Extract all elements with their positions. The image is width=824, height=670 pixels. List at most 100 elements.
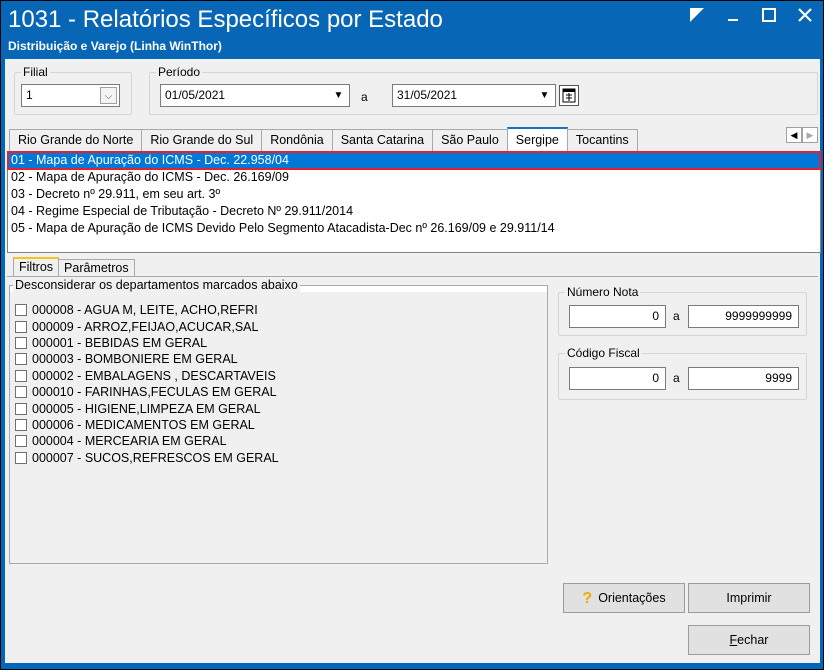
list-item[interactable]: 000007 - SUCOS,REFRESCOS EM GERAL [15, 450, 279, 466]
checkbox[interactable] [15, 320, 27, 333]
periodo-label: Período [156, 65, 203, 79]
periodo-end-field[interactable]: 31/05/2021 ▼ [392, 84, 556, 107]
list-item[interactable]: 000010 - FARINHAS,FECULAS EM GERAL [15, 384, 279, 400]
checkbox[interactable] [15, 435, 27, 448]
tab-label: Filtros [19, 260, 54, 274]
question-icon: ? [582, 590, 593, 607]
maximize-icon[interactable] [760, 8, 778, 26]
chevron-down-icon[interactable]: ▼ [330, 87, 347, 104]
checkbox[interactable] [15, 402, 27, 415]
checkbox[interactable] [15, 418, 27, 431]
filial-label: Filial [21, 65, 50, 79]
department-label: 000002 - EMBALAGENS , DESCARTAVEIS [32, 368, 276, 383]
tab-rondonia[interactable]: Rondônia [261, 129, 333, 151]
numero-nota-separator: a [673, 309, 680, 323]
periodo-group: Período 01/05/2021 ▼ a 31/05/2021 ▼ [149, 65, 818, 115]
list-item[interactable]: 000002 - EMBALAGENS , DESCARTAVEIS [15, 368, 279, 384]
client-area: Filial 1 ⌵ Período 01/05/2021 ▼ a 31/05/… [5, 59, 821, 663]
checkbox[interactable] [15, 369, 27, 382]
imprimir-button[interactable]: Imprimir [688, 583, 810, 613]
department-label: 000005 - HIGIENE,LIMPEZA EM GERAL [32, 401, 261, 416]
list-item[interactable]: 000004 - MERCEARIA EM GERAL [15, 433, 279, 449]
minimize-icon[interactable] [724, 8, 742, 26]
periodo-start-field[interactable]: 01/05/2021 ▼ [160, 84, 350, 107]
list-item[interactable]: 03 - Decreto nº 29.911, em seu art. 3º [8, 186, 820, 203]
report-list: 01 - Mapa de Apuração do ICMS - Dec. 22.… [7, 151, 821, 253]
periodo-end-value: 31/05/2021 [397, 88, 458, 102]
tab-rio-grande-do-sul[interactable]: Rio Grande do Sul [141, 129, 263, 151]
window-title: 1031 - Relatórios Específicos por Estado [8, 6, 443, 33]
department-label: 000004 - MERCEARIA EM GERAL [32, 434, 227, 449]
numero-nota-to[interactable]: 9999999999 [688, 305, 799, 328]
list-item[interactable]: 000005 - HIGIENE,LIMPEZA EM GERAL [15, 400, 279, 416]
department-label: 000007 - SUCOS,REFRESCOS EM GERAL [32, 450, 279, 465]
orientacoes-label: Orientações [598, 591, 666, 605]
list-item[interactable]: 000001 - BEBIDAS EM GERAL [15, 335, 279, 351]
tab-label: Rondônia [270, 133, 324, 147]
tab-label: Parâmetros [64, 261, 129, 275]
checkbox[interactable] [15, 451, 27, 464]
tab-label: São Paulo [441, 133, 499, 147]
checkbox[interactable] [15, 336, 27, 349]
list-item[interactable]: 000008 - AGUA M, LEITE, ACHO,REFRI [15, 302, 279, 318]
tab-label: Santa Catarina [340, 133, 425, 147]
title-bar[interactable]: 1031 - Relatórios Específicos por Estado… [2, 2, 822, 58]
list-item[interactable]: 000009 - ARROZ,FEIJAO,ACUCAR,SAL [15, 318, 279, 334]
orientacoes-button[interactable]: ? Orientações [563, 583, 685, 613]
list-item[interactable]: 01 - Mapa de Apuração do ICMS - Dec. 22.… [7, 151, 821, 170]
codigo-fiscal-label: Código Fiscal [565, 346, 642, 360]
tab-sergipe[interactable]: Sergipe [506, 127, 568, 151]
app-window: 1031 - Relatórios Específicos por Estado… [0, 0, 824, 670]
list-item[interactable]: 02 - Mapa de Apuração do ICMS - Dec. 26.… [8, 169, 820, 186]
checkbox[interactable] [15, 353, 27, 366]
calendar-icon[interactable] [559, 85, 579, 106]
chevron-left-icon[interactable]: ◀ [786, 127, 802, 143]
filial-value: 1 [26, 88, 33, 102]
department-label: 000003 - BOMBONIERE EM GERAL [32, 352, 238, 367]
tab-label: Sergipe [515, 133, 559, 147]
fechar-label: echar [737, 633, 769, 647]
close-icon[interactable] [796, 8, 814, 26]
tab-label: Rio Grande do Sul [150, 133, 254, 147]
tab-santa-catarina[interactable]: Santa Catarina [331, 129, 434, 151]
filial-select[interactable]: 1 ⌵ [21, 84, 120, 107]
periodo-separator: a [361, 90, 368, 104]
department-label: 000009 - ARROZ,FEIJAO,ACUCAR,SAL [32, 319, 259, 334]
tab-label: Tocantins [575, 133, 629, 147]
imprimir-label: Imprimir [726, 591, 772, 605]
list-item[interactable]: 000003 - BOMBONIERE EM GERAL [15, 351, 279, 367]
numero-nota-group: Número Nota 0 a 9999999999 [558, 285, 807, 336]
department-label: 000001 - BEBIDAS EM GERAL [32, 335, 208, 350]
chevron-down-icon[interactable]: ▼ [536, 87, 553, 104]
codigo-fiscal-separator: a [673, 371, 680, 385]
filtros-panel: Desconsiderar os departamentos marcados … [7, 276, 818, 568]
list-item[interactable]: 04 - Regime Especial de Tributação - Dec… [8, 203, 820, 220]
codigo-fiscal-to[interactable]: 9999 [688, 367, 799, 390]
departments-list: 000008 - AGUA M, LEITE, ACHO,REFRI 00000… [15, 302, 279, 466]
periodo-start-value: 01/05/2021 [165, 88, 226, 102]
numero-nota-from[interactable]: 0 [569, 305, 666, 328]
department-label: 000010 - FARINHAS,FECULAS EM GERAL [32, 385, 277, 400]
filial-group: Filial 1 ⌵ [14, 65, 132, 115]
chevron-right-icon[interactable]: ▶ [802, 127, 818, 143]
fechar-button[interactable]: Fechar [688, 625, 810, 655]
checkbox[interactable] [15, 386, 27, 399]
tab-parametros[interactable]: Parâmetros [58, 259, 135, 277]
tab-label: Rio Grande do Norte [18, 133, 134, 147]
restore-icon[interactable] [688, 8, 706, 26]
list-item[interactable]: 000006 - MEDICAMENTOS EM GERAL [15, 417, 279, 433]
checkbox[interactable] [15, 304, 27, 317]
numero-nota-label: Número Nota [565, 285, 641, 299]
chevron-down-icon[interactable]: ⌵ [100, 87, 117, 104]
tab-sao-paulo[interactable]: São Paulo [432, 129, 508, 151]
state-tabs: Rio Grande do Norte Rio Grande do Sul Ro… [9, 127, 638, 151]
window-subtitle: Distribuição e Varejo (Linha WinThor) [8, 39, 222, 53]
tab-scroll-buttons: ◀ ▶ [786, 127, 818, 143]
tab-rio-grande-do-norte[interactable]: Rio Grande do Norte [9, 129, 143, 151]
tab-filtros[interactable]: Filtros [13, 257, 60, 277]
codigo-fiscal-from[interactable]: 0 [569, 367, 666, 390]
departments-box: Desconsiderar os departamentos marcados … [9, 278, 548, 564]
tab-tocantins[interactable]: Tocantins [566, 129, 638, 151]
departments-label: Desconsiderar os departamentos marcados … [13, 278, 300, 292]
list-item[interactable]: 05 - Mapa de Apuração de ICMS Devido Pel… [8, 220, 820, 237]
